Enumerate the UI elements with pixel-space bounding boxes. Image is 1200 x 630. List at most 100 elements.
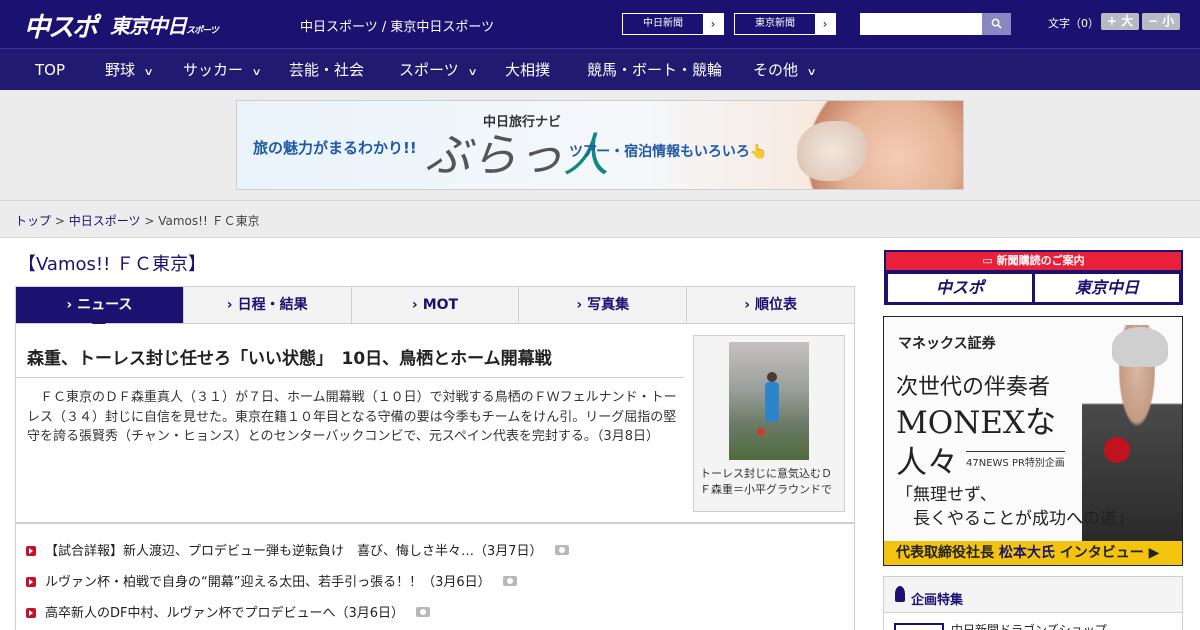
feature-header: 企画特集 bbox=[884, 577, 1182, 613]
player-body bbox=[765, 382, 779, 422]
tab-photos[interactable]: › 写真集 bbox=[518, 287, 686, 323]
nav-item-baseball[interactable]: 野球 ∨ bbox=[105, 49, 154, 91]
arrow-bullet-icon bbox=[26, 577, 36, 587]
subscribe-chuspo-button[interactable]: 中スポ bbox=[888, 274, 1032, 302]
lead-article: 森重、トーレス封じ任せろ「いい状態」 10日、鳥栖とホーム開幕戦 ＦＣ東京のＤＦ… bbox=[15, 324, 855, 523]
breadcrumb-current: Vamos!! ＦＣ東京 bbox=[158, 214, 260, 228]
nav-item-label: サッカー bbox=[183, 61, 244, 79]
subscription-title-text: 新聞購読のご案内 bbox=[996, 254, 1085, 267]
main-nav: TOP 野球 ∨ サッカー ∨ 芸能・社会 スポーツ ∨ 大相撲 競馬・ボート・競輪 … bbox=[0, 48, 1200, 90]
nav-item-other[interactable]: その他 ∨ bbox=[753, 49, 817, 91]
chevron-down-icon: ∨ bbox=[143, 67, 154, 78]
camera-icon bbox=[416, 607, 431, 617]
ribbon-icon bbox=[895, 586, 905, 602]
nav-item-label: TOP bbox=[35, 61, 66, 79]
search-input[interactable] bbox=[860, 13, 982, 35]
arrow-bullet-icon bbox=[26, 608, 36, 618]
subscribe-tokyo-chunichi-button[interactable]: 東京中日 bbox=[1035, 274, 1179, 302]
site-header: 中スポ 東京中日スポーツ 中日スポーツ / 東京中日スポーツ 中日新聞 › 東京… bbox=[0, 0, 1200, 48]
list-item-text: ルヴァン杯・柏戦で自身の“開幕”迎える太田、若手引っ張る！！（3月6日） bbox=[45, 575, 491, 590]
ad-cta-prefix: 代表取締役社長 bbox=[896, 545, 999, 561]
tab-label: 日程・結果 bbox=[237, 297, 308, 313]
tab-schedule[interactable]: › 日程・結果 bbox=[182, 287, 351, 323]
list-item[interactable]: ルヴァン杯・柏戦で自身の“開幕”迎える太田、若手引っ張る！！（3月6日） bbox=[26, 571, 517, 590]
chevron-right-icon: › bbox=[411, 297, 418, 313]
tab-label: MOT bbox=[422, 297, 459, 313]
logo-tokyo-chunichi-text: 東京中日 bbox=[110, 14, 187, 38]
feature-thumbnail[interactable] bbox=[894, 623, 944, 630]
player-head bbox=[767, 372, 777, 382]
monex-ad[interactable]: マネックス証券 次世代の伴奏者 MONEXな 人々 47NEWS PR特別企画 … bbox=[883, 316, 1183, 566]
tab-label: ニュース bbox=[77, 297, 133, 313]
tab-standings[interactable]: › 順位表 bbox=[686, 287, 854, 323]
search-icon bbox=[991, 18, 1002, 29]
nav-item-top[interactable]: TOP bbox=[35, 49, 65, 91]
nav-item-soccer[interactable]: サッカー ∨ bbox=[183, 49, 262, 91]
logo-chuspo[interactable]: 中スポ bbox=[24, 7, 98, 44]
nav-item-label: スポーツ bbox=[399, 61, 459, 79]
ad-cta-bar[interactable]: 代表取締役社長 松本大氏 インタビュー ▶ bbox=[884, 541, 1182, 565]
subscription-title: ▭ 新聞購読のご案内 bbox=[886, 252, 1181, 270]
monex-logo: マネックス証券 bbox=[898, 336, 996, 352]
breadcrumb-section[interactable]: 中日スポーツ bbox=[69, 214, 141, 228]
chevron-right-icon: › bbox=[226, 297, 233, 313]
ad-quote: 「無理せず、 長くやることが成功への道」 bbox=[896, 483, 1134, 531]
tab-mot[interactable]: › MOT bbox=[350, 287, 519, 323]
logo-tokyo-chunichi[interactable]: 東京中日スポーツ bbox=[110, 10, 219, 39]
feature-title: 企画特集 bbox=[911, 593, 964, 608]
chevron-right-icon: › bbox=[66, 297, 73, 313]
chevron-right-icon: › bbox=[815, 14, 835, 34]
tab-label: 写真集 bbox=[587, 297, 630, 313]
breadcrumb-bar: トップ > 中日スポーツ > Vamos!! ＦＣ東京 bbox=[0, 200, 1200, 238]
ad-line-3: 人々 bbox=[896, 445, 958, 481]
ad-brand-logo-1: ぶらっ bbox=[425, 128, 563, 182]
nav-item-label: 野球 bbox=[105, 61, 136, 79]
camera-icon bbox=[502, 576, 517, 586]
arrow-bullet-icon bbox=[26, 546, 36, 556]
divider bbox=[16, 377, 684, 378]
nav-item-sports[interactable]: スポーツ ∨ bbox=[399, 49, 478, 91]
photo-caption: トーレス封じに意気込むＤＦ森重＝小平グラウンドで bbox=[700, 467, 832, 496]
ad-quote-2: 長くやることが成功への道」 bbox=[896, 509, 1134, 529]
font-larger-button[interactable]: + 大 bbox=[1101, 13, 1139, 30]
ad-shell-image bbox=[797, 121, 867, 181]
chunichi-shimbun-link[interactable]: 中日新聞 › bbox=[622, 13, 724, 35]
site-title: 中日スポーツ / 東京中日スポーツ bbox=[300, 20, 495, 35]
nav-item-label: 大相撲 bbox=[505, 61, 551, 79]
article-photo[interactable]: トーレス封じに意気込むＤＦ森重＝小平グラウンドで bbox=[693, 335, 845, 512]
chunichi-shimbun-label: 中日新聞 bbox=[643, 18, 683, 29]
article-headline[interactable]: 森重、トーレス封じ任せろ「いい状態」 10日、鳥栖とホーム開幕戦 bbox=[27, 344, 552, 369]
ad-line-2: MONEXな bbox=[896, 405, 1056, 441]
tab-news[interactable]: › ニュース bbox=[16, 287, 183, 330]
breadcrumb-home[interactable]: トップ bbox=[15, 214, 51, 228]
ad-cta-suffix: インタビュー ▶ bbox=[1054, 545, 1160, 561]
search-button[interactable] bbox=[982, 13, 1011, 35]
ball bbox=[757, 428, 765, 436]
feature-item[interactable]: 中日新聞ドラゴンズショップ bbox=[951, 621, 1107, 630]
nav-item-sumo[interactable]: 大相撲 bbox=[505, 49, 550, 91]
chevron-down-icon: ∨ bbox=[806, 67, 817, 78]
section-tabs: › ニュース › 日程・結果 › MOT › 写真集 › 順位表 bbox=[15, 286, 855, 330]
ad-portrait-hair bbox=[1112, 327, 1168, 367]
list-item[interactable]: 【試合詳報】新人渡辺、プロデビュー弾も逆転負け 喜び、悔しさ半々…（3月7日） bbox=[26, 540, 569, 559]
breadcrumb-sep: > bbox=[54, 214, 65, 228]
font-size-label: 文字（0） bbox=[1048, 17, 1099, 30]
article-lead: ＦＣ東京のＤＦ森重真人（３１）が７日、ホーム開幕戦（１０日）で対戦する鳥栖のＦＷ… bbox=[27, 390, 677, 444]
logo-tokyo-chunichi-sub: スポーツ bbox=[186, 26, 219, 36]
nav-item-entertainment[interactable]: 芸能・社会 bbox=[289, 49, 364, 91]
ad-right-text: ツアー・宿泊情報もいろいろ👆 bbox=[569, 144, 768, 160]
news-list: 【試合詳報】新人渡辺、プロデビュー弾も逆転負け 喜び、悔しさ半々…（3月7日） … bbox=[15, 523, 855, 630]
ad-pr-label: 47NEWS PR特別企画 bbox=[966, 451, 1065, 469]
ad-band: 旅の魅力がまるわかり!! 中日旅行ナビ ぶらっ人 ツアー・宿泊情報もいろいろ👆 bbox=[0, 90, 1200, 200]
chevron-down-icon: ∨ bbox=[251, 67, 262, 78]
chevron-right-icon: › bbox=[576, 297, 583, 313]
tokyo-shimbun-link[interactable]: 東京新聞 › bbox=[734, 13, 836, 35]
tokyo-shimbun-label: 東京新聞 bbox=[755, 18, 795, 29]
page-title: 【Vamos!! ＦＣ東京】 bbox=[18, 254, 207, 275]
nav-item-label: その他 bbox=[753, 61, 799, 79]
chevron-down-icon: ∨ bbox=[467, 67, 478, 78]
list-item[interactable]: 高卒新人のDF中村、ルヴァン杯でプロデビューへ（3月6日） bbox=[26, 602, 431, 621]
font-smaller-button[interactable]: − 小 bbox=[1142, 13, 1180, 30]
travel-ad-banner[interactable]: 旅の魅力がまるわかり!! 中日旅行ナビ ぶらっ人 ツアー・宿泊情報もいろいろ👆 bbox=[236, 100, 964, 190]
nav-item-racing[interactable]: 競馬・ボート・競輪 bbox=[587, 49, 722, 91]
